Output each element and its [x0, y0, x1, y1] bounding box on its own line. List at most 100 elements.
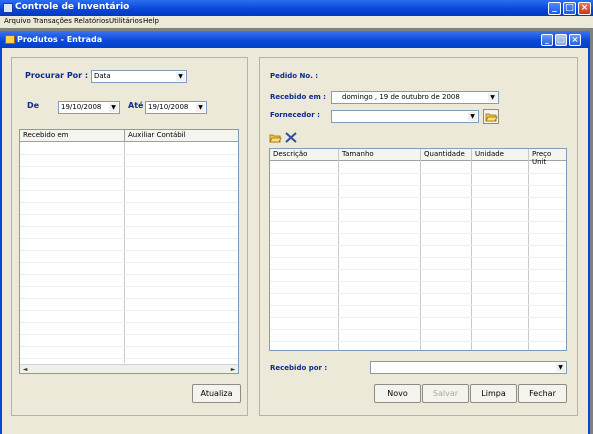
- add-item-button[interactable]: [269, 131, 283, 144]
- table-row: [20, 226, 238, 227]
- close-icon[interactable]: ×: [578, 2, 591, 15]
- column-divider: [420, 149, 421, 350]
- table-row: [20, 238, 238, 239]
- table-row: [20, 274, 238, 275]
- col-auxiliar-contabil[interactable]: Auxiliar Contábil: [128, 131, 186, 139]
- table-row: [20, 262, 238, 263]
- column-divider: [471, 149, 472, 350]
- column-divider: [124, 130, 125, 363]
- fornecedor-select[interactable]: ▼: [331, 110, 479, 123]
- limpa-button[interactable]: Limpa: [470, 384, 517, 403]
- salvar-button: Salvar: [422, 384, 469, 403]
- fornecedor-label: Fornecedor :: [270, 111, 320, 119]
- col-descricao[interactable]: Descrição: [273, 150, 307, 158]
- chevron-down-icon: ▼: [196, 103, 205, 112]
- folder-icon: [5, 35, 15, 44]
- procurar-value: Data: [94, 72, 111, 80]
- app-title-bar: Controle de Inventário _ □ ×: [0, 0, 593, 16]
- table-row: [20, 250, 238, 251]
- novo-button[interactable]: Novo: [374, 384, 421, 403]
- ate-label: Até: [128, 101, 144, 110]
- table-row: [20, 298, 238, 299]
- table-row: [20, 346, 238, 347]
- procurar-label: Procurar Por :: [25, 71, 89, 80]
- chevron-down-icon: ▼: [488, 93, 497, 102]
- horizontal-scrollbar[interactable]: ◄ ►: [20, 364, 238, 373]
- table-row: [270, 197, 566, 198]
- chevron-down-icon: ▼: [556, 363, 565, 372]
- atualiza-button[interactable]: Atualiza: [192, 384, 241, 403]
- table-row: [270, 173, 566, 174]
- table-row: [270, 317, 566, 318]
- pedido-label: Pedido No. :: [270, 72, 319, 80]
- chevron-down-icon: ▼: [176, 72, 185, 81]
- items-grid[interactable]: Descrição Tamanho Quantidade Unidade Pre…: [269, 148, 567, 351]
- recebido-em-value: domingo , 19 de outubro de 2008: [342, 93, 460, 101]
- table-row: [270, 305, 566, 306]
- col-preco-unit[interactable]: Preço Unit: [532, 150, 566, 166]
- de-value: 19/10/2008: [61, 103, 102, 111]
- table-row: [270, 269, 566, 270]
- child-window-title: Produtos - Entrada: [17, 35, 103, 44]
- received-list-grid[interactable]: Recebido em Auxiliar Contábil ◄ ►: [19, 129, 239, 374]
- menu-utilitarios[interactable]: Utilitários: [109, 17, 143, 25]
- col-unidade[interactable]: Unidade: [475, 150, 504, 158]
- ate-value: 19/10/2008: [148, 103, 189, 111]
- child-restore-icon: □: [555, 34, 567, 46]
- delete-icon: [285, 132, 297, 143]
- table-row: [20, 322, 238, 323]
- table-row: [20, 358, 238, 359]
- de-date-picker[interactable]: 19/10/2008 ▼: [58, 101, 120, 114]
- app-title: Controle de Inventário: [15, 2, 130, 12]
- col-recebido-em[interactable]: Recebido em: [23, 131, 68, 139]
- table-row: [20, 154, 238, 155]
- items-grid-header: Descrição Tamanho Quantidade Unidade Pre…: [270, 149, 566, 166]
- scroll-right-icon[interactable]: ►: [229, 366, 237, 373]
- scroll-left-icon[interactable]: ◄: [21, 366, 29, 373]
- table-row: [20, 166, 238, 167]
- table-row: [20, 190, 238, 191]
- recebido-por-label: Recebido por :: [270, 364, 328, 372]
- child-window-title-bar: Produtos - Entrada _ □ ×: [0, 31, 590, 48]
- child-close-icon[interactable]: ×: [569, 34, 581, 46]
- menu-relatorios[interactable]: Relatórios: [74, 17, 109, 25]
- recebido-em-date-picker[interactable]: domingo , 19 de outubro de 2008 ▼: [331, 91, 499, 104]
- child-minimize-icon[interactable]: _: [541, 34, 553, 46]
- menu-arquivo[interactable]: Arquivo: [4, 17, 31, 25]
- header-divider: [124, 130, 125, 142]
- de-label: De: [27, 101, 40, 110]
- col-tamanho[interactable]: Tamanho: [342, 150, 374, 158]
- recebido-em-label: Recebido em :: [270, 93, 326, 101]
- ate-date-picker[interactable]: 19/10/2008 ▼: [145, 101, 207, 114]
- column-divider: [528, 149, 529, 350]
- table-row: [270, 221, 566, 222]
- maximize-icon[interactable]: □: [563, 2, 576, 15]
- procurar-select[interactable]: Data ▼: [91, 70, 187, 83]
- col-quantidade[interactable]: Quantidade: [424, 150, 465, 158]
- table-row: [270, 245, 566, 246]
- open-folder-icon: [269, 134, 282, 143]
- table-row: [270, 257, 566, 258]
- recebido-por-select[interactable]: ▼: [370, 361, 567, 374]
- table-row: [20, 334, 238, 335]
- fechar-button[interactable]: Fechar: [518, 384, 567, 403]
- table-row: [20, 310, 238, 311]
- table-row: [270, 329, 566, 330]
- minimize-icon[interactable]: _: [548, 2, 561, 15]
- table-row: [270, 209, 566, 210]
- chevron-down-icon: ▼: [109, 103, 118, 112]
- table-row: [270, 341, 566, 342]
- menu-help[interactable]: Help: [143, 17, 159, 25]
- table-row: [270, 281, 566, 282]
- menu-bar: Arquivo Transações Relatórios Utilitário…: [0, 16, 593, 28]
- table-row: [270, 293, 566, 294]
- chevron-down-icon: ▼: [468, 112, 477, 121]
- menu-transacoes[interactable]: Transações: [33, 17, 72, 25]
- table-row: [20, 202, 238, 203]
- table-row: [20, 214, 238, 215]
- grid-header: Recebido em Auxiliar Contábil: [20, 130, 238, 142]
- table-row: [270, 233, 566, 234]
- column-divider: [338, 149, 339, 350]
- open-folder-button[interactable]: [483, 109, 499, 124]
- delete-item-button[interactable]: [284, 131, 298, 144]
